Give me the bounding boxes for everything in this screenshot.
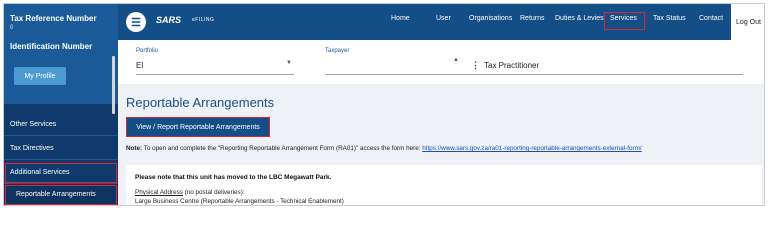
ra01-form-link[interactable]: https://www.sars.gov.za/ra01-reporting-r… [422, 145, 641, 152]
main-content: Reportable Arrangements View / Report Re… [118, 84, 764, 205]
note-body: To open and complete the "Reporting Repo… [142, 145, 423, 152]
page-title: Reportable Arrangements [126, 95, 275, 110]
physical-address-note: (no postal deliveries): [182, 189, 245, 196]
sidebar-profile-panel: Tax Reference Number 0 Identification Nu… [4, 4, 118, 114]
identification-label: Identification Number [10, 42, 93, 51]
portfolio-underline [136, 74, 294, 75]
nav-tax-status[interactable]: Tax Status [653, 15, 686, 22]
nav-home[interactable]: Home [391, 15, 410, 22]
nav-returns[interactable]: Returns [520, 15, 545, 22]
nav-contact[interactable]: Contact [699, 15, 723, 22]
sidebar-item-additional-services[interactable]: Additional Services [4, 162, 118, 184]
more-options-icon[interactable]: ⋮ [471, 60, 480, 71]
my-profile-button[interactable]: My Profile [14, 67, 66, 85]
note-text: Note: To open and complete the "Reportin… [126, 145, 642, 152]
efiling-logo: eFILING [192, 17, 215, 23]
address-line: Large Business Centre (Reportable Arrang… [135, 198, 344, 205]
taxpayer-label: Taxpayer [325, 48, 350, 54]
taxpayer-chevron-icon[interactable]: ▲ [453, 57, 459, 63]
sidebar-item-other-services[interactable]: Other Services [4, 114, 118, 136]
taxpayer-underline [325, 74, 743, 75]
top-navigation: ☰ SARS eFILING Home User Organisations R… [118, 4, 764, 40]
tax-reference-label: Tax Reference Number [10, 14, 97, 23]
portfolio-label: Portfolio [136, 48, 159, 54]
portfolio-select[interactable]: El [136, 61, 143, 70]
sidebar-item-tax-directives[interactable]: Tax Directives [4, 138, 118, 160]
tax-reference-value: 0 [10, 25, 14, 31]
portfolio-chevron-down-icon[interactable]: ▼ [286, 60, 292, 66]
view-report-arrangements-button[interactable]: View / Report Reportable Arrangements [126, 117, 270, 137]
nav-duties-levies[interactable]: Duties & Levies [555, 15, 604, 22]
notice-title: Please note that this unit has moved to … [135, 174, 332, 181]
logout-button[interactable]: Log Out [731, 4, 764, 40]
physical-address-line: Physical Address (no postal deliveries): [135, 189, 245, 196]
menu-icon[interactable]: ☰ [126, 12, 146, 32]
note-label: Note: [126, 145, 143, 152]
sars-logo: SARS [156, 15, 182, 25]
nav-user[interactable]: User [436, 15, 451, 22]
taxpayer-select[interactable]: Tax Practitioner [484, 61, 539, 70]
screenshot-frame: Tax Reference Number 0 Identification Nu… [3, 3, 765, 206]
sidebar: Tax Reference Number 0 Identification Nu… [4, 4, 118, 205]
sidebar-item-reportable-arrangements[interactable]: Reportable Arrangements [4, 184, 118, 205]
notice-card: Please note that this unit has moved to … [126, 165, 762, 205]
nav-organisations[interactable]: Organisations [469, 15, 512, 22]
nav-services[interactable]: Services [610, 15, 637, 22]
sidebar-scrollbar[interactable] [112, 56, 115, 114]
portfolio-selector-bar: Portfolio El ▼ Taxpayer ▲ ⋮ Tax Practiti… [118, 40, 764, 84]
physical-address-label: Physical Address [135, 189, 183, 196]
